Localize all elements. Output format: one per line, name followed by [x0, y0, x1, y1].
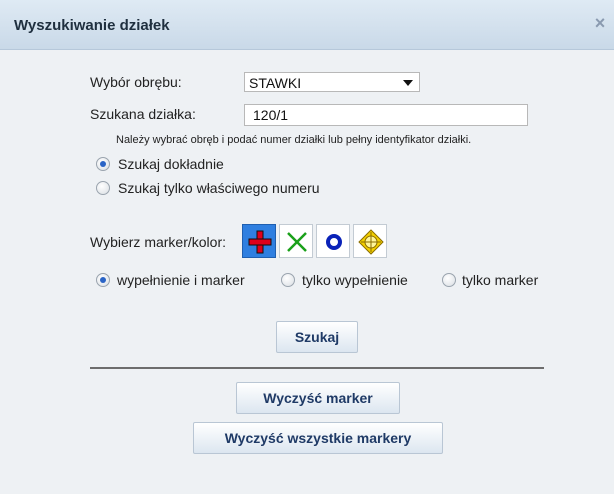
- marker-label: Wybierz marker/kolor:: [90, 234, 227, 250]
- district-select[interactable]: STAWKI: [244, 72, 420, 92]
- radio-fill-only-label[interactable]: tylko wypełnienie: [302, 272, 408, 288]
- yellow-target-marker-icon: [358, 229, 384, 255]
- search-button[interactable]: Szukaj: [276, 321, 358, 353]
- clear-marker-button[interactable]: Wyczyść marker: [236, 382, 400, 414]
- parcel-number-input[interactable]: [244, 104, 528, 126]
- close-icon[interactable]: ×: [592, 14, 608, 32]
- radio-search-own-number-label[interactable]: Szukaj tylko właściwego numeru: [118, 180, 320, 196]
- radio-marker-only-label[interactable]: tylko marker: [462, 272, 538, 288]
- green-x-marker-icon: [287, 232, 307, 252]
- district-select-value: STAWKI: [249, 75, 302, 91]
- chevron-down-icon: [403, 80, 413, 86]
- clear-all-markers-button[interactable]: Wyczyść wszystkie markery: [193, 422, 443, 454]
- red-cross-marker-icon: [248, 230, 272, 254]
- radio-marker-only[interactable]: [442, 273, 456, 287]
- parcel-label: Szukana działka:: [90, 106, 196, 122]
- radio-fill-and-marker[interactable]: [96, 273, 110, 287]
- blue-ring-marker-icon: [326, 234, 342, 250]
- parcel-search-dialog: Wyszukiwanie działek × Wybór obrębu: STA…: [0, 0, 614, 494]
- section-divider: [90, 367, 544, 369]
- radio-search-exact[interactable]: [96, 157, 110, 171]
- dialog-titlebar[interactable]: Wyszukiwanie działek ×: [0, 0, 614, 50]
- radio-fill-only[interactable]: [281, 273, 295, 287]
- marker-option-green-x[interactable]: [279, 224, 313, 258]
- marker-option-yellow-target[interactable]: [353, 224, 387, 258]
- radio-search-exact-label[interactable]: Szukaj dokładnie: [118, 156, 224, 172]
- marker-option-red-cross[interactable]: [242, 224, 276, 258]
- marker-option-blue-ring[interactable]: [316, 224, 350, 258]
- radio-fill-and-marker-label[interactable]: wypełnienie i marker: [117, 272, 245, 288]
- radio-search-own-number[interactable]: [96, 181, 110, 195]
- search-hint: Należy wybrać obręb i podać numer działk…: [116, 134, 472, 146]
- dialog-title: Wyszukiwanie działek: [14, 17, 170, 34]
- district-label: Wybór obrębu:: [90, 74, 182, 90]
